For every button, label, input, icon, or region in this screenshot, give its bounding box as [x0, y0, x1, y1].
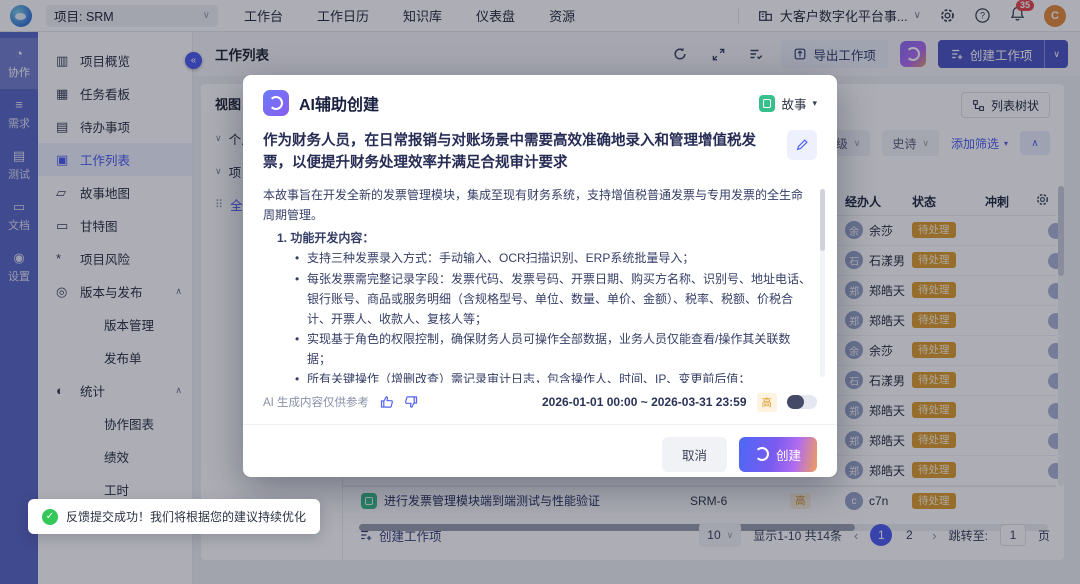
story-description[interactable]: 本故事旨在开发全新的发票管理模块，集成至现有财务系统，支持增值税普通发票与专用发…	[263, 185, 825, 383]
success-check-icon: ✓	[42, 509, 58, 525]
ai-disclaimer: AI 生成内容仅供参考	[263, 394, 369, 410]
cancel-button[interactable]: 取消	[662, 437, 727, 472]
thumbs-up-button[interactable]	[379, 394, 395, 410]
modal-scrollbar[interactable]	[820, 189, 825, 377]
toast-message: 反馈提交成功！我们将根据您的建议持续优化	[66, 508, 306, 525]
scrollbar-thumb[interactable]	[820, 189, 825, 251]
description-line: 所有关键操作（增删改查）需记录审计日志，包含操作人、时间、IP、变更前后值；	[263, 369, 811, 383]
modal-header: AI辅助创建 故事 ▾	[243, 75, 837, 126]
ai-create-modal: AI辅助创建 故事 ▾ 作为财务人员，在日常报销与对账场景中需要高效准确地录入和…	[243, 75, 837, 477]
app-root: 项目: SRM ∨ 工作台工作日历知识库仪表盘资源 大客户数字化平台事... ∨	[0, 0, 1080, 584]
modal-meta-row: AI 生成内容仅供参考 2026-01-01 00:00 ~ 2026-03-3…	[243, 383, 837, 424]
density-toggle[interactable]	[787, 395, 817, 409]
date-range: 2026-01-01 00:00 ~ 2026-03-31 23:59	[542, 395, 747, 409]
pencil-icon	[795, 138, 809, 152]
caret-down-icon: ▾	[812, 98, 817, 109]
story-title-text: 作为财务人员，在日常报销与对账场景中需要高效准确地录入和管理增值税发票，以便提升…	[263, 130, 775, 175]
success-toast: ✓ 反馈提交成功！我们将根据您的建议持续优化	[28, 499, 320, 534]
story-title-block: 作为财务人员，在日常报销与对账场景中需要高效准确地录入和管理增值税发票，以便提升…	[243, 126, 837, 185]
thumbs-down-button[interactable]	[403, 394, 419, 410]
modal-title: AI辅助创建	[299, 91, 379, 115]
workitem-type-select[interactable]: 故事 ▾	[759, 94, 817, 113]
workitem-type-label: 故事	[781, 94, 806, 113]
description-line: 1. 功能开发内容：	[263, 228, 811, 248]
description-line: 支持三种发票录入方式：手动输入、OCR扫描识别、ERP系统批量导入；	[263, 248, 811, 268]
description-line: 本故事旨在开发全新的发票管理模块，集成至现有财务系统，支持增值税普通发票与专用发…	[263, 185, 811, 225]
edit-title-button[interactable]	[787, 130, 817, 160]
ai-swirl-icon	[755, 447, 769, 461]
description-line: 实现基于角色的权限控制，确保财务人员可操作全部数据，业务人员仅能查看/操作其关联…	[263, 329, 811, 369]
story-description-lines: 本故事旨在开发全新的发票管理模块，集成至现有财务系统，支持增值税普通发票与专用发…	[263, 185, 811, 383]
story-type-icon	[759, 95, 775, 112]
description-line: 每张发票需完整记录字段：发票代码、发票号码、开票日期、购买方名称、识别号、地址电…	[263, 269, 811, 329]
create-button[interactable]: 创建	[739, 437, 817, 472]
create-button-label: 创建	[776, 445, 801, 464]
ai-icon	[263, 90, 289, 116]
modal-actions: 取消 创建	[243, 425, 837, 484]
priority-badge: 高	[757, 393, 778, 412]
